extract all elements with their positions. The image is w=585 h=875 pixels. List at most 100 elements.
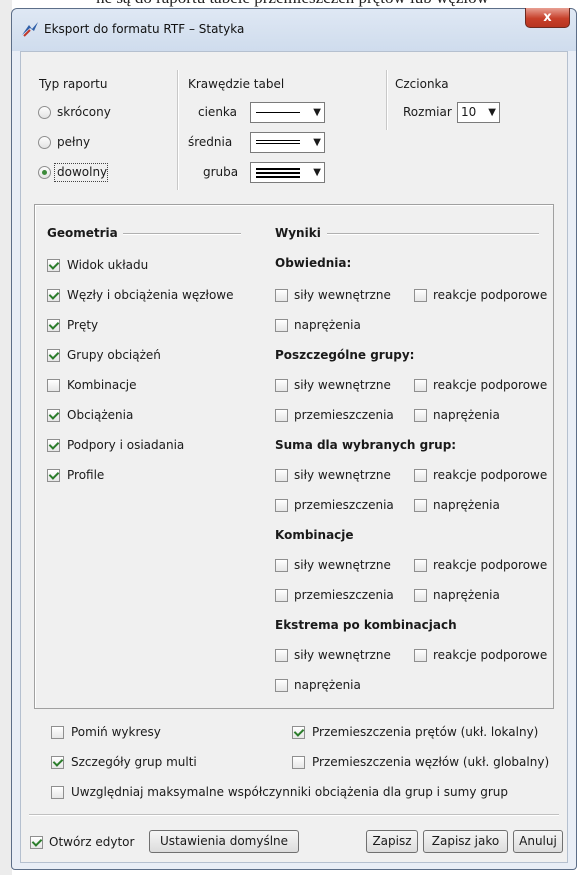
- content-selection-panel: Geometria Widok układu Węzły i obciążeni…: [34, 204, 554, 709]
- thick-line-sample-3: [256, 176, 300, 178]
- checkbox[interactable]: [47, 409, 60, 422]
- border-thin-label: cienka: [198, 105, 238, 119]
- checkbox[interactable]: [47, 259, 60, 272]
- section-envelope-title: Obwiednia:: [275, 256, 352, 270]
- checkbox[interactable]: [47, 469, 60, 482]
- checkbox-label: Grupy obciążeń: [67, 348, 161, 362]
- checkbox[interactable]: [275, 559, 288, 572]
- checkbox[interactable]: [275, 589, 288, 602]
- checkbox-label: Pręty: [67, 318, 99, 332]
- checkbox[interactable]: [414, 409, 427, 422]
- table-borders-header: Krawędzie tabel: [188, 77, 285, 91]
- checkbox[interactable]: [414, 469, 427, 482]
- section-individual-groups-title: Poszczególne grupy:: [275, 348, 415, 362]
- separator: [177, 70, 179, 190]
- checkbox[interactable]: [275, 679, 288, 692]
- checkbox-label: reakcje podporowe: [433, 648, 548, 662]
- font-size-value: 10: [461, 105, 477, 119]
- export-rtf-dialog: Eksport do formatu RTF – Statyka x Typ r…: [11, 8, 577, 870]
- font-header: Czcionka: [395, 77, 449, 91]
- checkbox[interactable]: [51, 786, 64, 799]
- checkbox-label: Szczegóły grup multi: [71, 755, 197, 769]
- checkbox-label: naprężenia: [433, 498, 500, 512]
- title-bar[interactable]: Eksport do formatu RTF – Statyka x: [12, 8, 576, 51]
- checkbox-label: Przemieszczenia węzłów (ukł. globalny): [312, 755, 550, 769]
- checkbox[interactable]: [275, 379, 288, 392]
- checkbox[interactable]: [292, 756, 305, 769]
- medium-line-sample-2: [256, 143, 300, 144]
- checkbox-label: przemieszczenia: [294, 588, 394, 602]
- checkbox-label: siły wewnętrzne: [294, 288, 391, 302]
- separator: [386, 70, 388, 130]
- checkbox[interactable]: [47, 349, 60, 362]
- font-size-label: Rozmiar: [403, 105, 452, 119]
- checkbox-label: naprężenia: [294, 318, 361, 332]
- checkbox-label: siły wewnętrzne: [294, 378, 391, 392]
- checkbox-label: Widok układu: [67, 258, 149, 272]
- checkbox[interactable]: [51, 726, 64, 739]
- chevron-down-icon: ▼: [313, 107, 321, 118]
- checkbox[interactable]: [47, 319, 60, 332]
- report-type-header: Typ raportu: [39, 77, 108, 91]
- default-settings-button[interactable]: Ustawienia domyślne: [149, 830, 299, 853]
- app-icon: [22, 22, 38, 37]
- checkbox-label: siły wewnętrzne: [294, 558, 391, 572]
- checkbox-label: Uwzględniaj maksymalne współczynniki obc…: [71, 785, 509, 799]
- checkbox[interactable]: [414, 589, 427, 602]
- save-as-button[interactable]: Zapisz jako: [423, 830, 508, 853]
- checkbox[interactable]: [414, 499, 427, 512]
- checkbox-label: przemieszczenia: [294, 498, 394, 512]
- checkbox[interactable]: [414, 289, 427, 302]
- dialog-body: Typ raportu skrócony pełny dowolny Krawę…: [20, 51, 568, 863]
- checkbox-label: Otwórz edytor: [49, 835, 135, 849]
- checkbox[interactable]: [275, 649, 288, 662]
- font-size-select[interactable]: 10 ▼: [457, 102, 500, 123]
- checkbox-label: Obciążenia: [67, 408, 134, 422]
- checkbox-label: Przemieszczenia prętów (ukł. lokalny): [312, 725, 539, 739]
- checkbox[interactable]: [51, 756, 64, 769]
- checkbox[interactable]: [275, 409, 288, 422]
- checkbox[interactable]: [414, 649, 427, 662]
- checkbox-label: reakcje podporowe: [433, 288, 548, 302]
- checkbox[interactable]: [275, 319, 288, 332]
- section-group-sum-title: Suma dla wybranych grup:: [275, 438, 457, 452]
- thin-line-sample: [256, 112, 300, 113]
- border-thick-label: gruba: [203, 165, 239, 179]
- radio-full[interactable]: [38, 136, 51, 149]
- checkbox-label: reakcje podporowe: [433, 468, 548, 482]
- checkbox[interactable]: [292, 726, 305, 739]
- border-medium-select[interactable]: ▼: [250, 132, 325, 153]
- checkbox[interactable]: [275, 469, 288, 482]
- checkbox-label: Podpory i osiadania: [67, 438, 185, 452]
- border-medium-label: średnia: [188, 135, 233, 149]
- checkbox-label: reakcje podporowe: [433, 558, 548, 572]
- save-button[interactable]: Zapisz: [366, 830, 418, 853]
- checkbox[interactable]: [47, 379, 60, 392]
- chevron-down-icon: ▼: [313, 137, 321, 148]
- radio-full-label: pełny: [57, 135, 91, 149]
- checkbox[interactable]: [47, 289, 60, 302]
- checkbox[interactable]: [30, 836, 43, 849]
- footer-separator: [29, 814, 559, 816]
- checkbox[interactable]: [47, 439, 60, 452]
- results-header-line: [327, 233, 539, 235]
- section-combinations-title: Kombinacje: [275, 528, 354, 542]
- radio-short[interactable]: [38, 106, 51, 119]
- results-header: Wyniki: [275, 226, 321, 240]
- border-thin-select[interactable]: ▼: [250, 102, 325, 123]
- radio-custom-label: dowolny: [57, 165, 108, 179]
- checkbox[interactable]: [414, 559, 427, 572]
- close-button[interactable]: x: [525, 8, 570, 28]
- checkbox-label: naprężenia: [433, 408, 500, 422]
- radio-custom[interactable]: [38, 166, 51, 179]
- cancel-button[interactable]: Anuluj: [513, 830, 563, 853]
- border-thick-select[interactable]: ▼: [250, 162, 325, 183]
- checkbox[interactable]: [275, 289, 288, 302]
- checkbox[interactable]: [275, 499, 288, 512]
- checkbox-label: Pomiń wykresy: [71, 725, 161, 739]
- checkbox-label: naprężenia: [433, 588, 500, 602]
- checkbox-label: naprężenia: [294, 678, 361, 692]
- thick-line-sample-2: [256, 172, 300, 174]
- window-title: Eksport do formatu RTF – Statyka: [44, 22, 245, 36]
- checkbox[interactable]: [414, 379, 427, 392]
